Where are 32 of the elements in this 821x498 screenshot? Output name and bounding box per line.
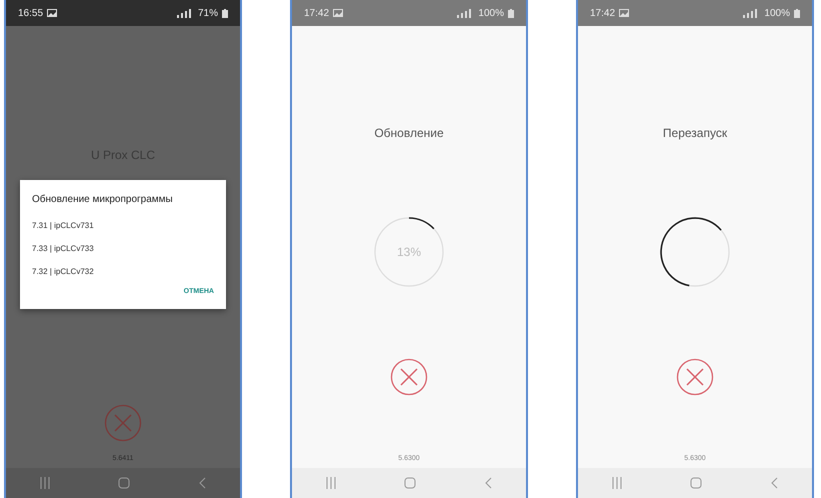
image-icon [333, 9, 344, 17]
battery-icon [222, 8, 228, 18]
back-icon[interactable] [484, 477, 492, 489]
battery-icon [508, 8, 514, 18]
back-icon[interactable] [198, 477, 206, 489]
cancel-icon[interactable] [104, 404, 142, 442]
back-icon[interactable] [770, 477, 778, 489]
battery-icon [794, 8, 800, 18]
signal-icon [176, 8, 194, 18]
battery-percent: 100% [764, 8, 790, 18]
progress-percent: 13% [396, 245, 422, 259]
status-time: 16:55 [18, 8, 44, 18]
recent-apps-icon[interactable] [326, 477, 336, 489]
dialog-title: Обновление микропрограммы [32, 194, 174, 205]
recent-apps-icon[interactable] [612, 477, 622, 489]
image-icon [47, 9, 58, 17]
status-heading: Перезапуск [662, 126, 728, 140]
home-icon[interactable] [118, 477, 130, 489]
cancel-icon[interactable] [676, 358, 714, 396]
status-time: 17:42 [304, 8, 330, 18]
firmware-option[interactable]: 7.31 | ipCLCv731 [32, 215, 214, 238]
recent-apps-icon[interactable] [40, 477, 50, 489]
image-icon [619, 9, 630, 17]
cancel-icon[interactable] [390, 358, 428, 396]
status-time: 17:42 [590, 8, 616, 18]
status-heading: Обновление [374, 126, 444, 140]
home-icon[interactable] [404, 477, 416, 489]
battery-percent: 100% [478, 8, 504, 18]
firmware-option[interactable]: 7.33 | ipCLCv733 [32, 238, 214, 261]
home-icon[interactable] [690, 477, 702, 489]
firmware-option[interactable]: 7.32 | ipCLCv732 [32, 261, 214, 284]
battery-percent: 71% [198, 8, 218, 18]
